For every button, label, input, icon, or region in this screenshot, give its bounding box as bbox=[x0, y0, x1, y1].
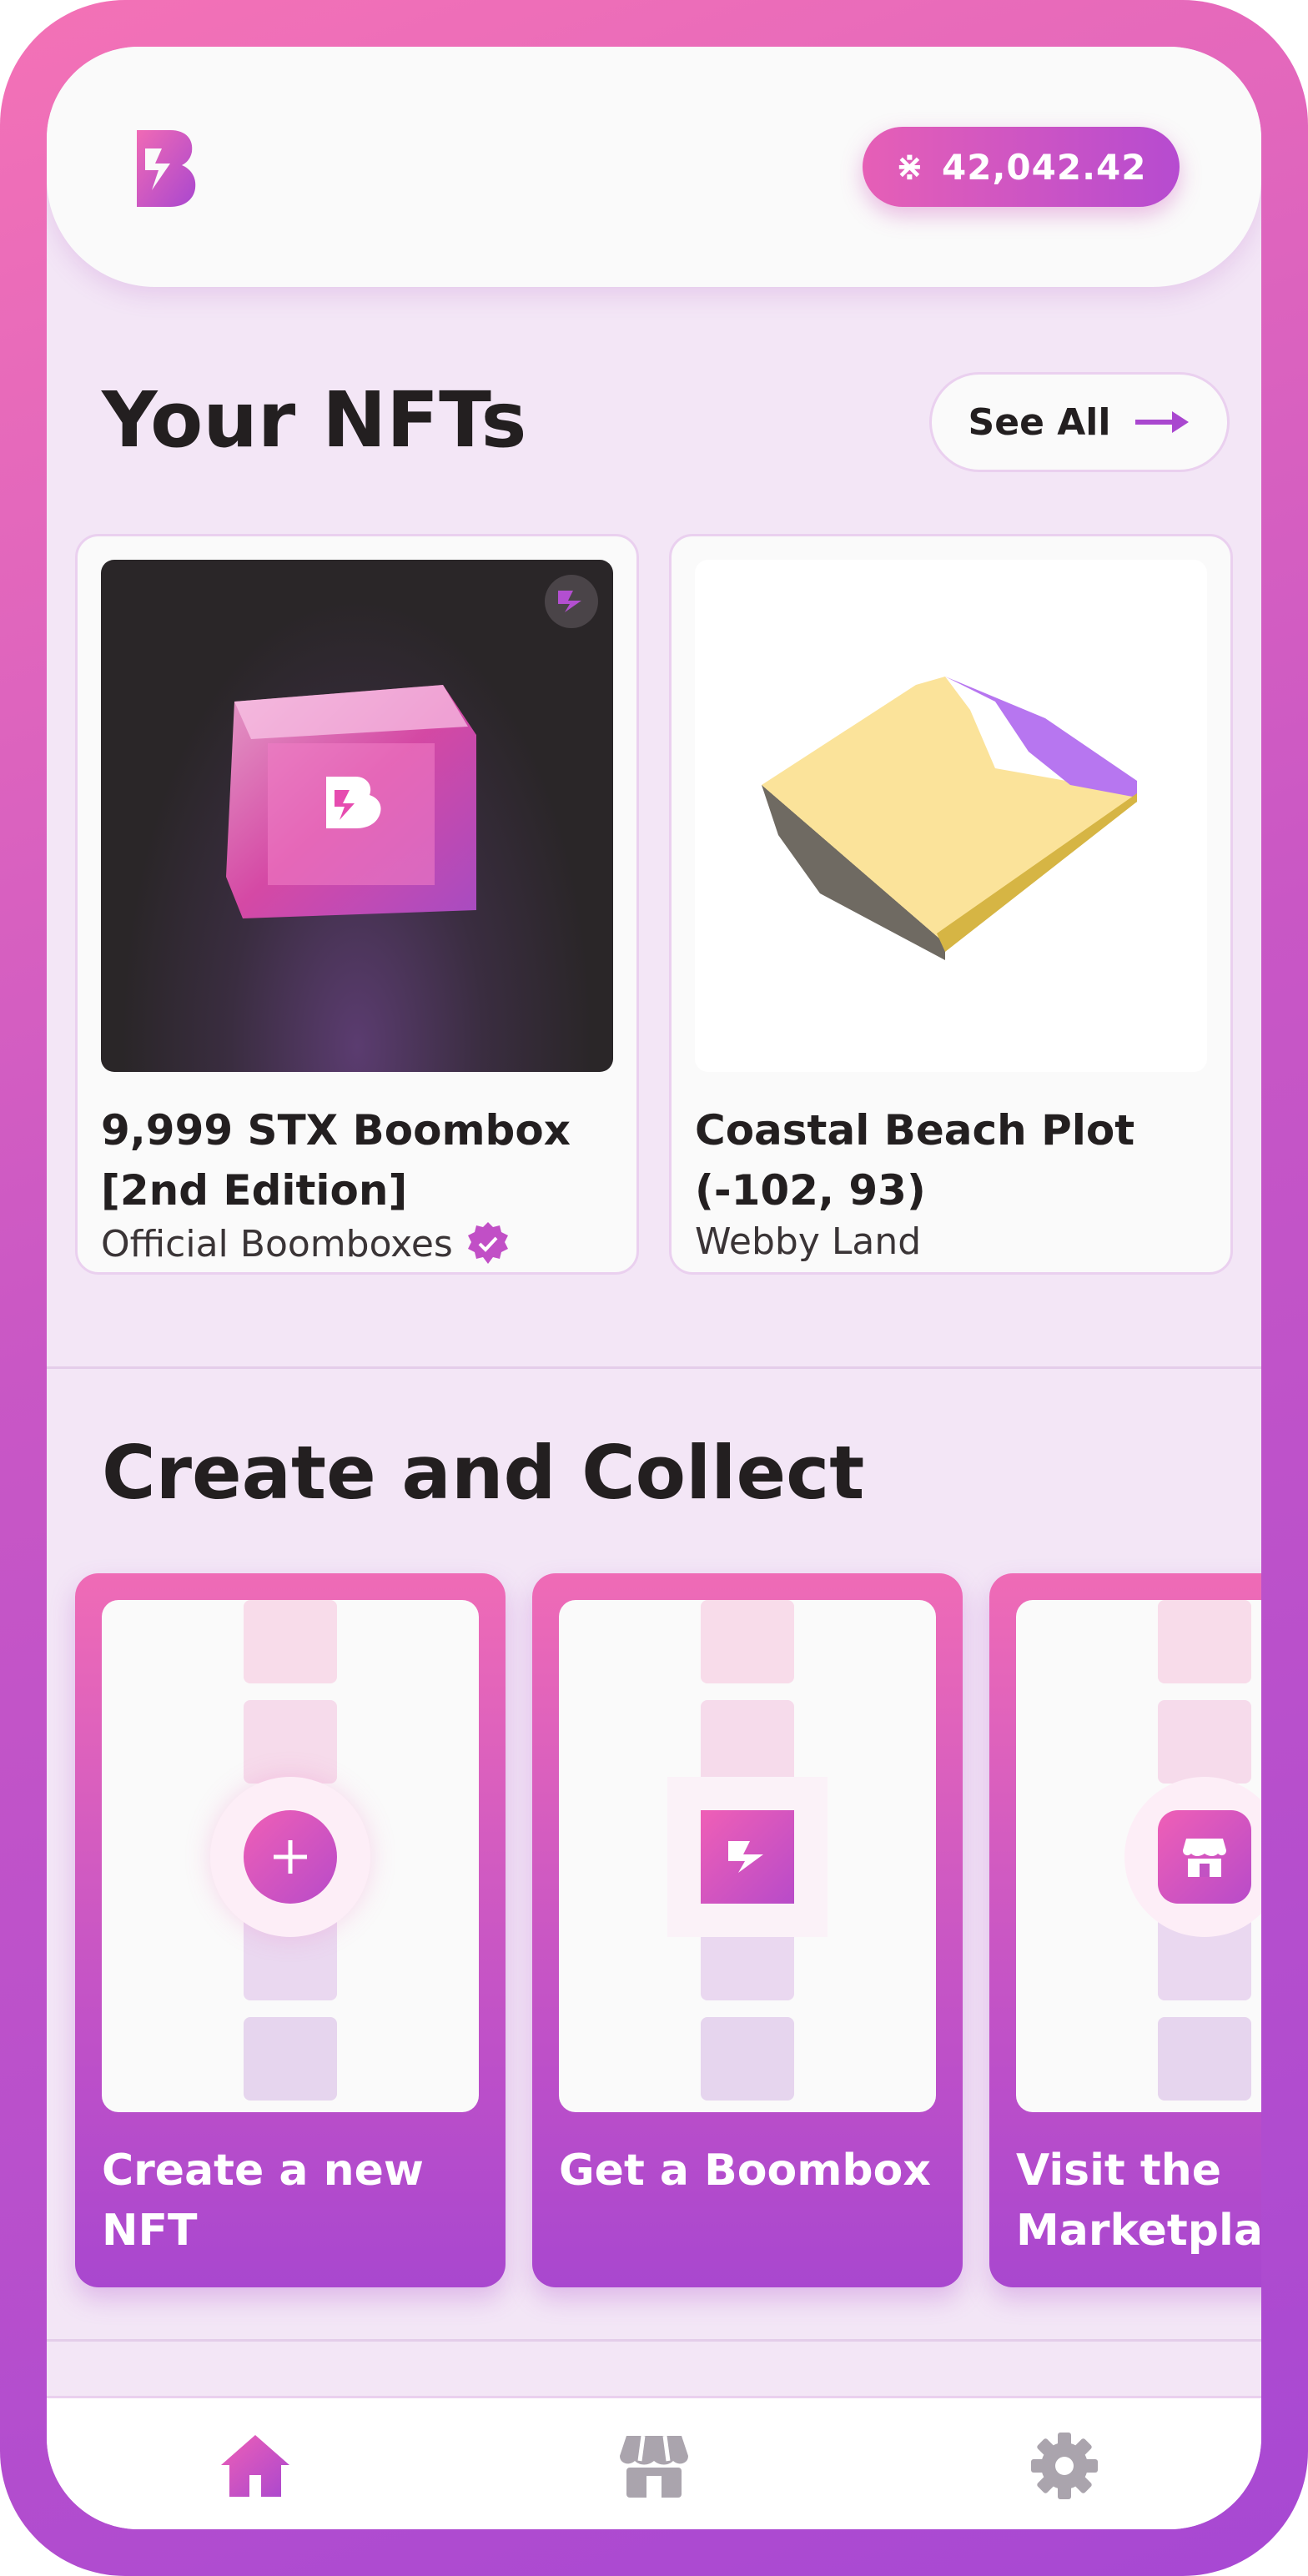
arrow-right-icon bbox=[1135, 411, 1190, 433]
nft-name: Coastal Beach Plot (-102, 93) bbox=[695, 1106, 1135, 1215]
bottom-nav bbox=[47, 2396, 1261, 2529]
visit-marketplace-card[interactable]: Visit the Marketplace bbox=[989, 1573, 1261, 2287]
card-label: Create a new NFT bbox=[102, 2146, 424, 2256]
create-collect-title: Create and Collect bbox=[102, 1430, 865, 1516]
boombox-badge-icon bbox=[545, 575, 598, 628]
nft-name: 9,999 STX Boombox [2nd Edition] bbox=[101, 1106, 571, 1215]
nft-collection: Official Boomboxes bbox=[101, 1220, 511, 1267]
nav-home[interactable] bbox=[214, 2428, 297, 2503]
plus-icon bbox=[244, 1810, 337, 1904]
nav-marketplace[interactable] bbox=[612, 2428, 696, 2503]
card-label: Visit the Marketplace bbox=[1016, 2146, 1261, 2256]
section-divider bbox=[47, 1366, 1261, 1369]
app-logo-icon[interactable] bbox=[137, 130, 197, 207]
top-bar: ⋇ 42,042.42 bbox=[47, 47, 1261, 287]
boombox-icon bbox=[701, 1810, 794, 1904]
nft-card[interactable]: Coastal Beach Plot (-102, 93) Webby Land bbox=[669, 534, 1233, 1275]
card-illustration bbox=[102, 1600, 479, 2112]
balance-pill[interactable]: ⋇ 42,042.42 bbox=[863, 127, 1180, 207]
section-divider bbox=[47, 2339, 1261, 2342]
balance-amount: 42,042.42 bbox=[942, 146, 1147, 188]
nft-collection: Webby Land bbox=[695, 1220, 921, 1263]
verified-icon bbox=[467, 1222, 508, 1264]
see-all-label: See All bbox=[968, 400, 1111, 444]
create-nft-card[interactable]: Create a new NFT bbox=[75, 1573, 506, 2287]
nft-card[interactable]: 9,999 STX Boombox [2nd Edition] Official… bbox=[75, 534, 639, 1275]
see-all-button[interactable]: See All bbox=[929, 372, 1230, 472]
collection-name: Webby Land bbox=[695, 1220, 922, 1263]
stx-icon: ⋇ bbox=[895, 148, 924, 186]
card-illustration bbox=[559, 1600, 936, 2112]
store-icon bbox=[620, 2435, 688, 2498]
land-plot-image bbox=[762, 677, 1137, 960]
nft-image bbox=[101, 560, 613, 1072]
card-illustration bbox=[1016, 1600, 1261, 2112]
card-label: Get a Boombox bbox=[559, 2146, 931, 2196]
app-screen: ⋇ 42,042.42 Your NFTs See All 9,999 STX … bbox=[47, 47, 1261, 2529]
your-nfts-title: Your NFTs bbox=[102, 375, 527, 465]
store-icon bbox=[1158, 1810, 1251, 1904]
gear-icon bbox=[1031, 2433, 1098, 2499]
get-boombox-card[interactable]: Get a Boombox bbox=[532, 1573, 963, 2287]
collection-name: Official Boomboxes bbox=[101, 1222, 453, 1265]
nav-settings[interactable] bbox=[1023, 2428, 1106, 2503]
nft-image bbox=[695, 560, 1207, 1072]
home-icon bbox=[221, 2435, 289, 2497]
phone-frame: ⋇ 42,042.42 Your NFTs See All 9,999 STX … bbox=[0, 0, 1308, 2576]
boombox-cube-image bbox=[226, 685, 476, 918]
